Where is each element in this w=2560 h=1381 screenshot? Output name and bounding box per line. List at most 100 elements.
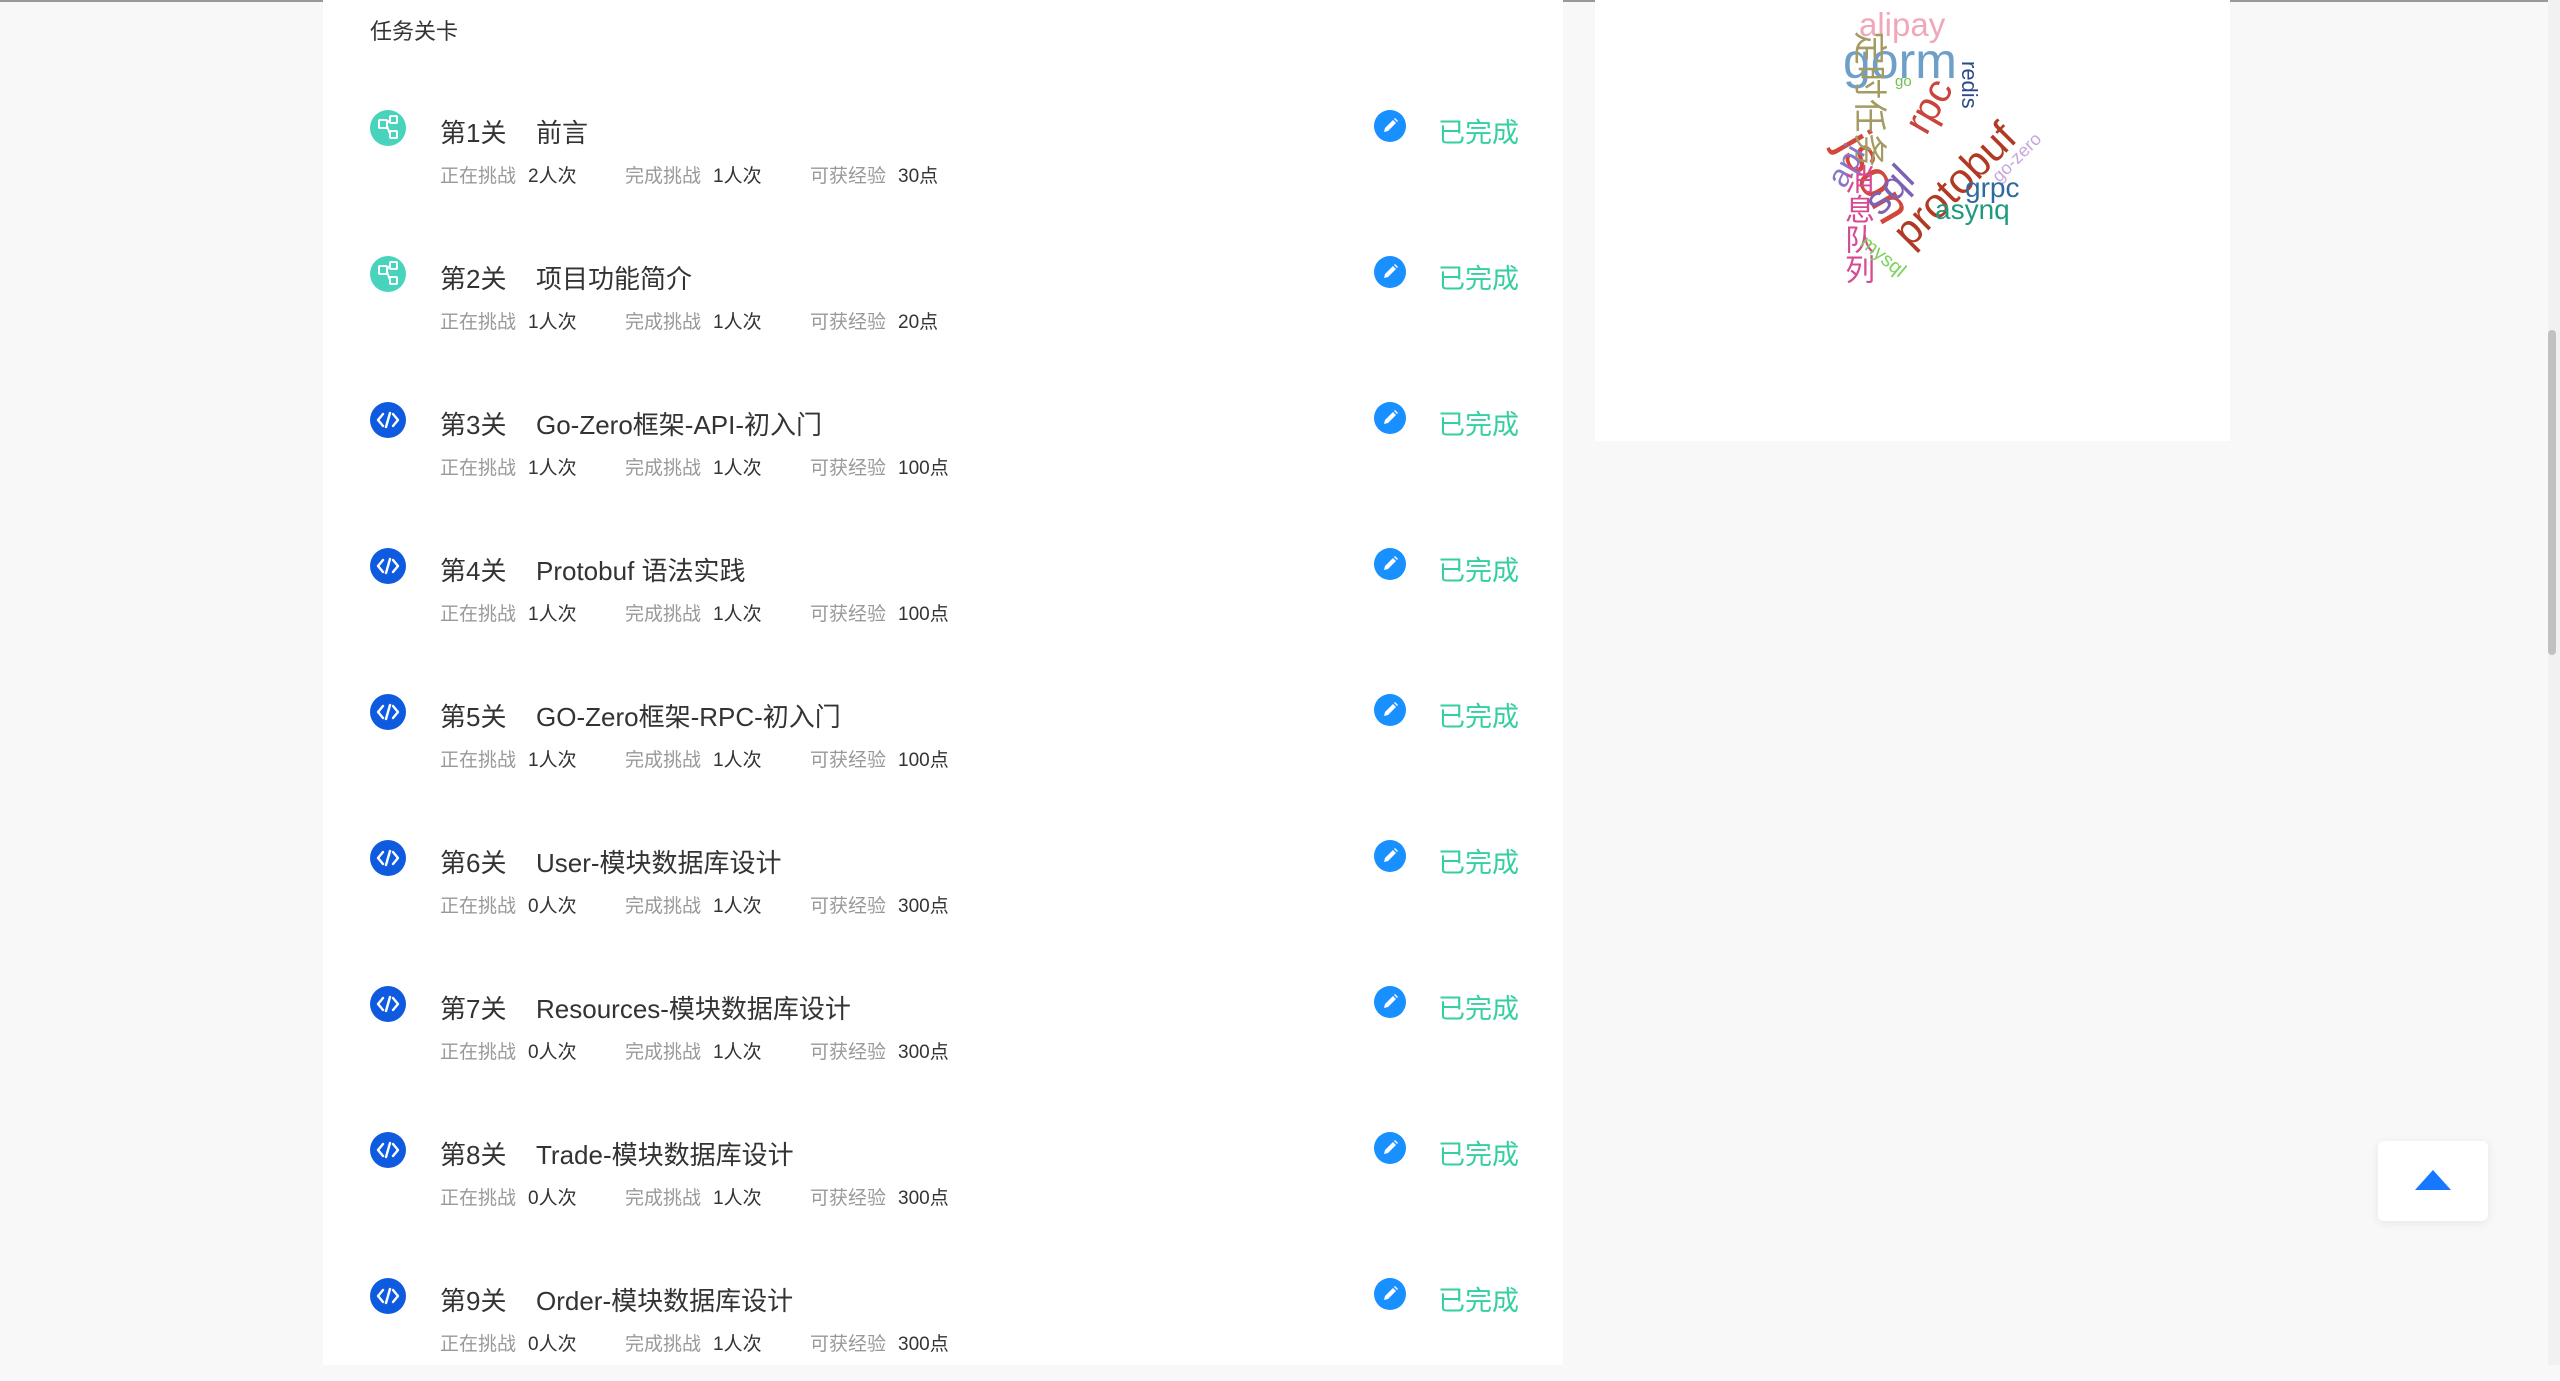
stat-value: 30点 — [898, 166, 939, 187]
stat-completed: 完成挑战 1人次 — [625, 1183, 810, 1210]
stat-value: 100点 — [898, 604, 949, 625]
stage-item[interactable]: 第4关 Protobuf 语法实践 正在挑战 1人次 完成挑战 1人次 可获经验 100点 已完… — [370, 531, 1520, 651]
stage-title[interactable]: 第8关 Trade-模块数据库设计 — [440, 1135, 794, 1172]
stat-value: 0人次 — [528, 1188, 577, 1209]
stat-value: 1人次 — [713, 458, 762, 479]
stat-exp: 可获经验 300点 — [810, 1037, 995, 1064]
stat-completed: 完成挑战 1人次 — [625, 1329, 810, 1356]
stat-completed: 完成挑战 1人次 — [625, 161, 810, 188]
code-icon — [370, 1278, 406, 1314]
stat-label: 正在挑战 — [440, 458, 517, 479]
word-cloud-word[interactable]: asynq — [1935, 196, 2010, 224]
stage-name: Order-模块数据库设计 — [536, 1286, 794, 1316]
stat-value: 1人次 — [713, 1188, 762, 1209]
stage-title[interactable]: 第5关 GO-Zero框架-RPC-初入门 — [440, 697, 841, 734]
stage-number: 第1关 — [440, 118, 507, 148]
edit-button[interactable] — [1374, 256, 1406, 288]
stage-item[interactable]: 第9关 Order-模块数据库设计 正在挑战 0人次 完成挑战 1人次 可获经验 300点 已完… — [370, 1261, 1520, 1381]
stat-exp: 可获经验 100点 — [810, 745, 995, 772]
stat-label: 可获经验 — [810, 1188, 887, 1209]
stat-label: 可获经验 — [810, 166, 887, 187]
stat-challenging: 正在挑战 2人次 — [440, 161, 625, 188]
edit-button[interactable] — [1374, 840, 1406, 872]
stat-value: 1人次 — [713, 750, 762, 771]
stat-completed: 完成挑战 1人次 — [625, 891, 810, 918]
stage-item[interactable]: 第6关 User-模块数据库设计 正在挑战 0人次 完成挑战 1人次 可获经验 300点 已完成 — [370, 823, 1520, 943]
stage-stats: 正在挑战 1人次 完成挑战 1人次 可获经验 100点 — [440, 453, 995, 480]
word-cloud-word[interactable]: go — [1895, 74, 1912, 89]
stage-item[interactable]: 第7关 Resources-模块数据库设计正在挑战 0人次 完成挑战 1人次 可获经验 30… — [370, 969, 1520, 1089]
stat-label: 可获经验 — [810, 312, 887, 333]
stat-challenging: 正在挑战 0人次 — [440, 1037, 625, 1064]
stage-item[interactable]: 第2关 项目功能简介 正在挑战 1人次 完成挑战 1人次 可获经验 20点 已完成 — [370, 239, 1520, 359]
stat-value: 300点 — [898, 896, 949, 917]
status-completed: 已完成 — [1438, 118, 1519, 148]
stage-stats: 正在挑战 1人次 完成挑战 1人次 可获经验 100点 — [440, 599, 995, 626]
stage-number: 第3关 — [440, 410, 507, 440]
stat-value: 2人次 — [528, 166, 577, 187]
stat-exp: 可获经验 300点 — [810, 1183, 995, 1210]
stage-title[interactable]: 第1关 前言 — [440, 113, 588, 150]
stat-label: 完成挑战 — [625, 312, 702, 333]
stat-label: 完成挑战 — [625, 1042, 702, 1063]
stat-label: 正在挑战 — [440, 896, 517, 917]
stat-label: 正在挑战 — [440, 166, 517, 187]
stage-number: 第8关 — [440, 1140, 507, 1170]
back-to-top-button[interactable] — [2378, 1141, 2488, 1221]
stage-title[interactable]: 第9关 Order-模块数据库设计 — [440, 1281, 793, 1318]
stat-value: 20点 — [898, 312, 939, 333]
stage-title[interactable]: 第6关 User-模块数据库设计 — [440, 843, 782, 880]
share-nodes-icon — [370, 256, 406, 292]
stage-title[interactable]: 第4关 Protobuf 语法实践 — [440, 551, 746, 588]
word-cloud-panel: alipay gorm json 定时任务 redis rpc go proto… — [1595, 0, 2230, 441]
edit-button[interactable] — [1374, 694, 1406, 726]
scrollbar-thumb[interactable] — [2548, 330, 2556, 655]
stat-label: 完成挑战 — [625, 750, 702, 771]
stat-label: 正在挑战 — [440, 604, 517, 625]
edit-button[interactable] — [1374, 1278, 1406, 1310]
stage-number: 第6关 — [440, 848, 507, 878]
stat-value: 0人次 — [528, 896, 577, 917]
stat-value: 300点 — [898, 1188, 949, 1209]
stage-stats: 正在挑战 0人次 完成挑战 1人次 可获经验 300点 — [440, 1037, 995, 1064]
stat-value: 300点 — [898, 1334, 949, 1355]
stage-name: User-模块数据库设计 — [536, 848, 782, 878]
stage-number: 第9关 — [440, 1286, 507, 1316]
stat-exp: 可获经验 100点 — [810, 453, 995, 480]
stat-value: 1人次 — [713, 604, 762, 625]
stat-exp: 可获经验 30点 — [810, 161, 995, 188]
stage-item[interactable]: 第3关 Go-Zero框架-API-初入门 正在挑战 1人次 完成挑战 1人次 可获经验 10… — [370, 385, 1520, 505]
edit-button[interactable] — [1374, 986, 1406, 1018]
stage-title[interactable]: 第2关 项目功能简介 — [440, 259, 692, 296]
status-completed: 已完成 — [1438, 848, 1519, 878]
stage-stats: 正在挑战 0人次 完成挑战 1人次 可获经验 300点 — [440, 1329, 995, 1356]
stat-challenging: 正在挑战 1人次 — [440, 453, 625, 480]
status-completed: 已完成 — [1438, 264, 1519, 294]
edit-button[interactable] — [1374, 548, 1406, 580]
stat-value: 100点 — [898, 458, 949, 479]
stat-value: 0人次 — [528, 1334, 577, 1355]
stat-label: 可获经验 — [810, 750, 887, 771]
stat-value: 1人次 — [528, 458, 577, 479]
stat-label: 完成挑战 — [625, 166, 702, 187]
stat-label: 正在挑战 — [440, 312, 517, 333]
vertical-scrollbar[interactable] — [2548, 0, 2560, 1365]
stage-item[interactable]: 第5关 GO-Zero框架-RPC-初入门 正在挑战 1人次 完成挑战 1人次 可获经验 10… — [370, 677, 1520, 797]
stat-value: 1人次 — [528, 312, 577, 333]
stage-name: 前言 — [536, 118, 589, 148]
stage-title[interactable]: 第3关 Go-Zero框架-API-初入门 — [440, 405, 822, 442]
stage-stats: 正在挑战 1人次 完成挑战 1人次 可获经验 20点 — [440, 307, 995, 334]
stage-item[interactable]: 第8关 Trade-模块数据库设计 正在挑战 0人次 完成挑战 1人次 可获经验 300点 已完… — [370, 1115, 1520, 1235]
status-completed: 已完成 — [1438, 1286, 1519, 1316]
status-completed: 已完成 — [1438, 1140, 1519, 1170]
code-icon — [370, 1132, 406, 1168]
edit-button[interactable] — [1374, 1132, 1406, 1164]
word-cloud-word[interactable]: 消息队列 — [1840, 164, 1873, 284]
stage-stats: 正在挑战 0人次 完成挑战 1人次 可获经验 300点 — [440, 1183, 995, 1210]
edit-button[interactable] — [1374, 110, 1406, 142]
word-cloud-word[interactable]: redis — [1957, 61, 1982, 109]
stage-title[interactable]: 第7关 Resources-模块数据库设计 — [440, 989, 851, 1026]
stage-item[interactable]: 第1关 前言 正在挑战 2人次 完成挑战 1人次 可获经验 30点 已完成 — [370, 93, 1520, 213]
edit-button[interactable] — [1374, 402, 1406, 434]
stage-number: 第2关 — [440, 264, 507, 294]
